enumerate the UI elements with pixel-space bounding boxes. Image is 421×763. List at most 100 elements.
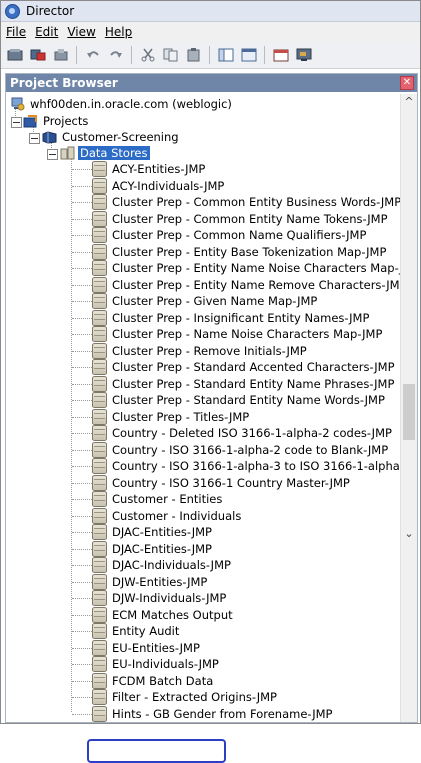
- scrollbar-thumb[interactable]: [403, 384, 415, 440]
- data-store-item[interactable]: Customer - Entities: [92, 490, 224, 508]
- data-store-label: Cluster Prep - Standard Accented Charact…: [112, 360, 395, 374]
- collapse-data-stores-toggle[interactable]: [47, 149, 58, 160]
- database-icon: [92, 475, 107, 491]
- project-tree: whf00den.in.oracle.com (weblogic) Projec…: [6, 94, 400, 722]
- vertical-scrollbar[interactable]: ^ ⌄: [400, 94, 417, 722]
- new-icon[interactable]: [6, 46, 24, 64]
- tree-guide: [72, 664, 92, 665]
- tree-guide: [72, 252, 92, 253]
- tree-guide: [72, 549, 92, 550]
- database-icon: [92, 161, 107, 177]
- monitor-icon[interactable]: [295, 46, 313, 64]
- collapse-project-toggle[interactable]: [29, 133, 40, 144]
- data-store-label: Filter - Extracted Origins-JMP: [112, 690, 277, 704]
- cut-icon[interactable]: [139, 46, 157, 64]
- data-store-item[interactable]: Cluster Prep - Name Noise Characters Map…: [92, 325, 384, 343]
- tree-guide: [72, 433, 92, 434]
- data-store-item[interactable]: Cluster Prep - Common Entity Business Wo…: [92, 193, 400, 211]
- data-store-label: Country - ISO 3166-1-alpha-3 to ISO 3166…: [112, 459, 400, 473]
- close-icon[interactable]: ✕: [400, 76, 414, 90]
- database-icon: [92, 673, 107, 689]
- toolbar-separator: [131, 46, 132, 64]
- undo-icon[interactable]: [84, 46, 102, 64]
- database-icon: [92, 607, 107, 623]
- tree-guide: [72, 615, 92, 616]
- menu-view[interactable]: View: [67, 25, 95, 39]
- project-folder-icon: [42, 130, 57, 144]
- data-store-item[interactable]: Country - ISO 3166-1-alpha-3 to ISO 3166…: [92, 457, 400, 475]
- data-store-label: Cluster Prep - Common Entity Business Wo…: [112, 195, 400, 209]
- tree-guide: [72, 516, 92, 517]
- data-store-label: EU-Entities-JMP: [112, 641, 200, 655]
- database-icon: [92, 244, 107, 260]
- tree-guide: [72, 697, 92, 698]
- data-store-item[interactable]: Cluster Prep - Given Name Map-JMP: [92, 292, 319, 310]
- scroll-down-icon[interactable]: ⌄: [403, 528, 415, 540]
- tree-guide: [72, 631, 92, 632]
- tree-node-server[interactable]: whf00den.in.oracle.com (weblogic): [10, 95, 234, 113]
- window-icon[interactable]: [240, 46, 258, 64]
- projects-icon: [23, 114, 38, 128]
- window-title: Director: [26, 4, 75, 18]
- data-store-item[interactable]: Cluster Prep - Entity Name Noise Charact…: [92, 259, 400, 277]
- tree-guide: [72, 648, 92, 649]
- project-browser-panel: Project Browser ✕ whf00den.in.oracle.com…: [5, 73, 418, 763]
- paste-icon[interactable]: [185, 46, 203, 64]
- director-window: Director File Edit View Help Project Bro…: [0, 0, 421, 763]
- database-icon: [92, 491, 107, 507]
- data-stores-icon: [60, 146, 75, 160]
- data-store-label: Country - ISO 3166-1 Country Master-JMP: [112, 476, 350, 490]
- data-store-item[interactable]: Filter - Extracted Origins-JMP: [92, 688, 279, 706]
- data-store-label: DJAC-Entities-JMP: [112, 525, 212, 539]
- data-store-label: Cluster Prep - Insignificant Entity Name…: [112, 311, 370, 325]
- layout-icon[interactable]: [217, 46, 235, 64]
- database-icon: [92, 442, 107, 458]
- tree-guide: [72, 367, 92, 368]
- tree-guide: [72, 219, 92, 220]
- tree-guide: [72, 351, 92, 352]
- menu-bar: File Edit View Help: [1, 22, 420, 42]
- data-store-item[interactable]: Cluster Prep - Common Name Qualifiers-JM…: [92, 226, 368, 244]
- calendar-icon[interactable]: [272, 46, 290, 64]
- data-store-item[interactable]: DJAC-Entities-JMP: [92, 523, 214, 541]
- tree-guide: [72, 417, 92, 418]
- data-store-item[interactable]: Cluster Prep - Standard Accented Charact…: [92, 358, 397, 376]
- data-store-item[interactable]: Entity Audit: [92, 622, 181, 640]
- data-store-label: Customer - Entities: [112, 492, 223, 506]
- tree-guide: [72, 582, 92, 583]
- data-store-label: DJW-Individuals-JMP: [112, 591, 227, 605]
- data-store-item[interactable]: DJAC-Individuals-JMP: [92, 556, 233, 574]
- database-icon: [92, 623, 107, 639]
- database-icon: [92, 574, 107, 590]
- data-store-label: ACY-Entities-JMP: [112, 162, 206, 176]
- database-icon: [92, 656, 107, 672]
- tree-guide: [72, 334, 92, 335]
- data-store-item[interactable]: EU-Individuals-JMP: [92, 655, 221, 673]
- data-store-label: Country - ISO 3166-1-alpha-2 code to Bla…: [112, 443, 389, 457]
- scroll-up-icon[interactable]: ^: [403, 96, 415, 108]
- data-store-item[interactable]: Hints - GB Gender from Forename-JMP: [92, 705, 334, 722]
- menu-file[interactable]: File: [6, 25, 26, 39]
- data-store-label: Cluster Prep - Standard Entity Name Phra…: [112, 377, 395, 391]
- menu-edit[interactable]: Edit: [35, 25, 58, 39]
- connect-icon[interactable]: [29, 46, 47, 64]
- data-store-label: DJW-Entities-JMP: [112, 575, 208, 589]
- data-store-item[interactable]: Cluster Prep - Standard Entity Name Word…: [92, 391, 387, 409]
- data-store-item[interactable]: Country - Deleted ISO 3166-1-alpha-2 cod…: [92, 424, 394, 442]
- toolbar-separator: [209, 46, 210, 64]
- data-store-label: DJAC-Individuals-JMP: [112, 558, 231, 572]
- collapse-projects-toggle[interactable]: [11, 117, 22, 128]
- data-store-label: ACY-Individuals-JMP: [112, 179, 225, 193]
- redo-icon[interactable]: [107, 46, 125, 64]
- server-icon: [10, 97, 25, 111]
- toolbar: [1, 42, 420, 69]
- data-store-label: EU-Individuals-JMP: [112, 657, 219, 671]
- toolbar-separator: [264, 46, 265, 64]
- disconnect-icon[interactable]: [52, 46, 70, 64]
- annotation-highlight: [87, 739, 226, 763]
- copy-icon[interactable]: [162, 46, 180, 64]
- data-store-item[interactable]: DJW-Individuals-JMP: [92, 589, 228, 607]
- tree-guide: [72, 169, 92, 170]
- data-store-item[interactable]: ACY-Entities-JMP: [92, 160, 207, 178]
- menu-help[interactable]: Help: [105, 25, 132, 39]
